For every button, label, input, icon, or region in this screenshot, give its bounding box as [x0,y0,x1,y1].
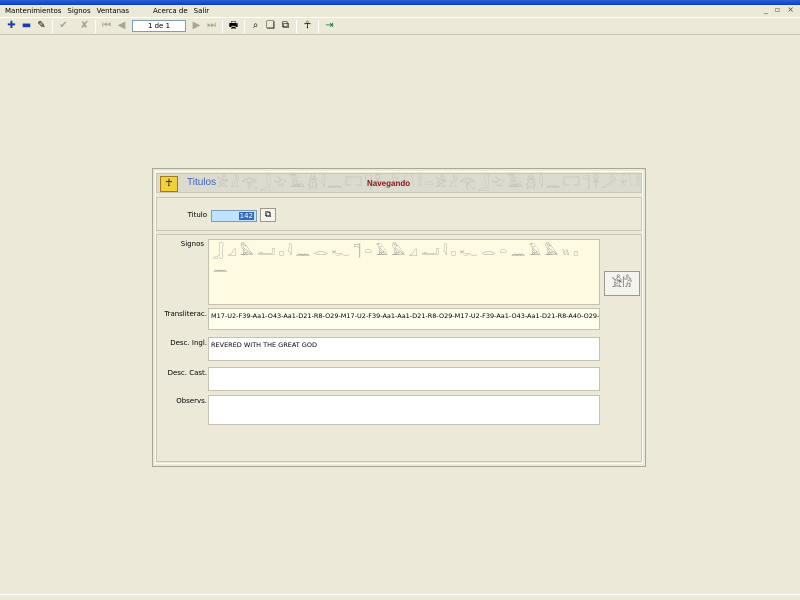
find-binoculars-button[interactable]: ⧉ [260,208,276,222]
desc-cast-label: Desc. Cast. [167,369,207,377]
close-button[interactable]: × [787,5,794,14]
record-counter: 1 de 1 [132,20,186,32]
last-record-icon[interactable]: ⏭ [204,19,219,34]
transliterac-label: Transliterac. [164,310,207,318]
menu-bar: Mantenimientos Signos Ventanas Acerca de… [0,5,760,17]
titulo-value: 142 [238,212,254,220]
previous-record-icon[interactable]: ◀ [114,19,129,34]
binoculars-icon[interactable]: ⧉ [278,19,293,34]
observs-label: Observs. [176,397,207,405]
desc-cast-value [209,368,599,374]
menu-mantenimientos[interactable]: Mantenimientos [2,7,64,15]
confirm-check-icon[interactable]: ✔ [56,19,71,34]
form-title: Titulos [187,177,217,188]
first-record-icon[interactable]: ⏮ [99,19,114,34]
status-bar [0,594,800,600]
titulo-input[interactable]: 142 [211,210,257,222]
delete-record-icon[interactable]: ▬ [19,19,34,34]
toolbar: ✚ ▬ ✎ ✔ ✘ ⏮ ◀ 1 de 1 ▶ ⏭ 🖶 ⌕ ❏ ⧉ ☥ ⇥ [0,17,800,35]
search-folder-icon[interactable]: ⌕ [248,19,263,34]
hieroglyph-pattern: 𓀀𓁐𓂀𓃀𓄀𓅀𓆣𓇋𓈖𓉐𓊹𓋹𓌳𓍯𓎛𓏏𓀀𓁐𓂀𓃀𓄀𓅀𓆣𓇋𓈖𓉐𓊹𓋹𓌳𓍯𓎛𓏏𓀀𓁐𓂀𓃀 [217,176,642,191]
form-status: Navegando [367,179,411,188]
edit-pencil-icon[interactable]: ✎ [34,19,49,34]
detail-panel: Signos 𓃀 𓈎 𓅓 𓂝 𓊪 𓇋 𓈖 𓂋 𓆑 𓊹 𓏏 𓄿 𓅓 𓈎 𓂝 𓇋 𓊪… [156,234,642,462]
desc-ingl-label: Desc. Ingl. [170,339,207,347]
signos-field[interactable]: 𓃀 𓈎 𓅓 𓂝 𓊪 𓇋 𓈖 𓂋 𓆑 𓊹 𓏏 𓄿 𓅓 𓈎 𓂝 𓇋 𓊪 𓆑 𓂋 𓏏 … [208,239,600,305]
titulo-label: Titulo [187,211,207,219]
transliterac-value: M17-U2-F39-Aa1-O43-Aa1-D21-R8-O29-M17-U2… [211,312,599,320]
menu-signos[interactable]: Signos [64,7,93,15]
observs-field[interactable] [208,395,600,425]
toolbar-separator [222,19,223,33]
minimize-button[interactable]: _ [764,5,768,14]
menu-salir[interactable]: Salir [191,7,213,15]
observs-value [209,396,599,402]
toolbar-separator [296,19,297,33]
toolbar-separator [244,19,245,33]
titulos-form: 𓀀𓁐𓂀𓃀𓄀𓅀𓆣𓇋𓈖𓉐𓊹𓋹𓌳𓍯𓎛𓏏𓀀𓁐𓂀𓃀𓄀𓅀𓆣𓇋𓈖𓉐𓊹𓋹𓌳𓍯𓎛𓏏𓀀𓁐𓂀𓃀 ☥ T… [152,168,646,467]
search-panel: Titulo 142 ⧉ [156,197,642,231]
transliterac-field[interactable]: M17-U2-F39-Aa1-O43-Aa1-D21-R8-O29-M17-U2… [208,308,600,330]
toolbar-separator [52,19,53,33]
menu-acerca-de[interactable]: Acerca de [150,7,191,15]
menu-ventanas[interactable]: Ventanas [94,7,132,15]
print-icon[interactable]: 🖶 [226,19,241,34]
hieroglyph-editor-button[interactable]: 𓀀𓀗 [604,271,640,296]
desc-cast-field[interactable] [208,367,600,391]
toolbar-separator [318,19,319,33]
desc-ingl-value: REVERED WITH THE GREAT GOD [211,341,317,349]
next-record-icon[interactable]: ▶ [189,19,204,34]
documents-icon[interactable]: ❏ [263,19,278,34]
exit-door-icon[interactable]: ⇥ [322,19,337,34]
signos-label: Signos [180,240,204,248]
window-controls: _ ▫ × [764,5,794,14]
toolbar-separator [95,19,96,33]
form-header: 𓀀𓁐𓂀𓃀𓄀𓅀𓆣𓇋𓈖𓉐𓊹𓋹𓌳𓍯𓎛𓏏𓀀𓁐𓂀𓃀𓄀𓅀𓆣𓇋𓈖𓉐𓊹𓋹𓌳𓍯𓎛𓏏𓀀𓁐𓂀𓃀 ☥ T… [156,173,642,193]
desc-ingl-field[interactable]: REVERED WITH THE GREAT GOD [208,337,600,361]
hieroglyph-logo-icon: ☥ [160,176,178,192]
add-record-icon[interactable]: ✚ [4,19,19,34]
restore-button[interactable]: ▫ [775,5,780,14]
cancel-x-icon[interactable]: ✘ [77,19,92,34]
pharaoh-icon[interactable]: ☥ [300,19,315,34]
